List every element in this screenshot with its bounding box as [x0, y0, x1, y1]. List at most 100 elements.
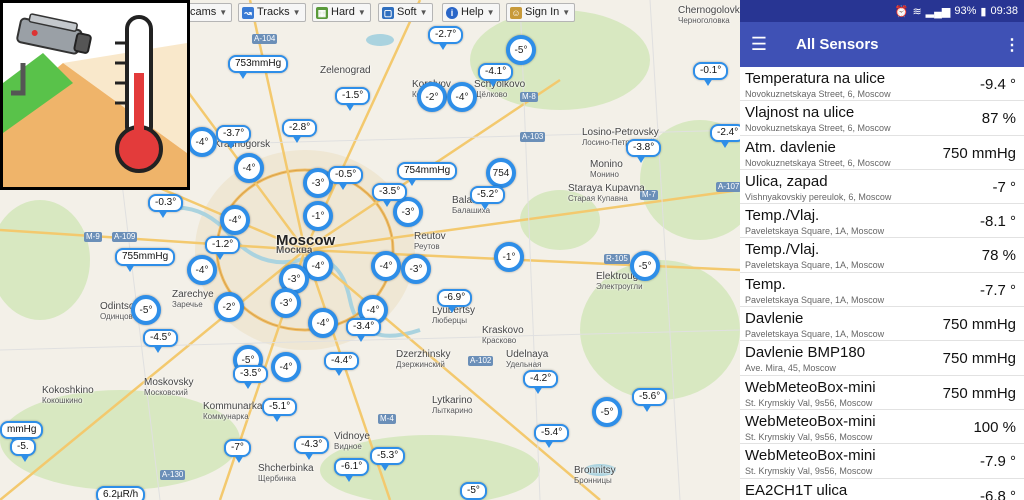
place-name: Kommunarka — [203, 401, 263, 412]
sensor-cluster-marker[interactable]: -3° — [401, 254, 431, 284]
camera-thermometer-logo-icon — [3, 13, 187, 187]
sensor-cluster-marker[interactable]: -4° — [271, 352, 301, 382]
sensor-value: 750 mmHg — [942, 316, 1016, 334]
chevron-down-icon: ▼ — [419, 8, 428, 17]
sensor-value-marker[interactable]: -6.9° — [437, 289, 473, 313]
more-options-icon[interactable]: ⋮ — [1000, 35, 1024, 55]
sensor-address: St. Krymskiy Val, 9s56, Moscow — [745, 466, 873, 477]
place-name: Lytkarino — [432, 395, 473, 406]
place-name-ru: Красково — [482, 336, 517, 345]
sensor-value: 100 % — [973, 418, 1016, 436]
sensor-cluster-marker[interactable]: -5° — [630, 251, 660, 281]
sensor-value-marker[interactable]: -5.4° — [534, 424, 570, 448]
sensor-cluster-marker[interactable]: -2° — [417, 82, 447, 112]
sensor-value-marker[interactable]: -5. — [10, 438, 36, 462]
sensor-cluster-marker[interactable]: -3° — [271, 288, 301, 318]
place-label: Moskovsky Московский — [144, 378, 193, 398]
sensor-row[interactable]: Vlajnost na ulice Novokuznetskaya Street,… — [740, 101, 1024, 136]
sensor-value-marker[interactable]: -0.1° — [693, 62, 729, 86]
sensor-cluster-marker[interactable]: -1° — [494, 242, 524, 272]
sensor-value-marker[interactable]: -4.1° — [478, 63, 514, 87]
sensor-row[interactable]: WebMeteoBox-mini St. Krymskiy Val, 9s56, … — [740, 376, 1024, 410]
hard-button[interactable]: ▦ Hard ▼ — [312, 3, 371, 22]
sensor-value-marker[interactable]: -4.2° — [523, 370, 559, 394]
sensor-cluster-marker[interactable]: -2° — [214, 292, 244, 322]
tracks-button[interactable]: ↝ Tracks ▼ — [238, 3, 306, 22]
sensor-row[interactable]: WebMeteoBox-mini St. Krymskiy Val, 9s56, … — [740, 444, 1024, 479]
soft-button[interactable]: ▢ Soft ▼ — [378, 3, 433, 22]
sensor-cluster-marker[interactable]: -4° — [371, 251, 401, 281]
sensor-value-marker[interactable]: -2.7° — [428, 26, 464, 50]
sensor-row[interactable]: Temp./Vlaj. Paveletskaya Square, 1A, Mosc… — [740, 238, 1024, 273]
sensor-value-marker[interactable]: -3.8° — [626, 139, 662, 163]
sensor-cluster-marker[interactable]: -3° — [393, 197, 423, 227]
sensor-value-marker[interactable]: 753mmHg — [228, 55, 289, 79]
help-button[interactable]: i Help ▼ — [442, 3, 500, 22]
sensor-cluster-marker[interactable]: -5° — [131, 295, 161, 325]
sensor-cluster-marker[interactable]: -5° — [592, 397, 622, 427]
place-label: Shcherbinka Щербинка — [258, 464, 314, 484]
sensor-cluster-marker[interactable]: -4° — [220, 205, 250, 235]
sensor-name: WebMeteoBox-mini — [745, 447, 876, 465]
chevron-down-icon: ▼ — [486, 8, 495, 17]
sensor-row[interactable]: Temp. Paveletskaya Square, 1A, Moscow -7.7… — [740, 273, 1024, 308]
sensor-value-marker[interactable]: -5° — [460, 482, 487, 500]
sensor-value-marker[interactable]: -5.6° — [632, 388, 668, 412]
sensor-name: Davlenie — [745, 310, 804, 328]
sensor-value-marker[interactable]: -3.5° — [372, 183, 408, 207]
place-label: Reutov Реутов — [414, 232, 446, 252]
soft-label: Soft — [397, 6, 417, 18]
sensor-value-marker[interactable]: 754mmHg — [397, 162, 458, 186]
place-name-ru: Заречье — [172, 300, 203, 309]
sensor-row[interactable]: Atm. davlenie Novokuznetskaya Street, 6, … — [740, 136, 1024, 170]
place-label: Staraya Kupavna Старая Купавна — [568, 184, 645, 204]
sensor-cluster-marker[interactable]: 754 — [486, 158, 516, 188]
sensor-cluster-marker[interactable]: -1° — [303, 201, 333, 231]
sensor-row[interactable]: Temperatura na ulice Novokuznetskaya Stre… — [740, 67, 1024, 102]
sensor-value-marker[interactable]: -4.3° — [294, 436, 330, 460]
hard-label: Hard — [331, 6, 355, 18]
sensor-row[interactable]: Temp./Vlaj. Paveletskaya Square, 1A, Mosc… — [740, 204, 1024, 239]
sensor-value-marker[interactable]: 6.2µR/h — [96, 486, 146, 500]
sensor-value-marker[interactable]: -3.7° — [216, 125, 252, 149]
hamburger-menu-icon[interactable]: ☰ — [740, 34, 778, 55]
sensor-value-marker[interactable]: mmHg — [0, 421, 44, 445]
sensor-value-marker[interactable]: -1.5° — [335, 87, 371, 111]
sensor-value-marker[interactable]: -6.1° — [334, 458, 370, 482]
sign-in-label: Sign In — [525, 6, 560, 18]
sensor-cluster-marker[interactable]: -4° — [447, 82, 477, 112]
sensor-value-marker[interactable]: -5.2° — [470, 186, 506, 210]
sensor-cluster-marker[interactable]: -4° — [308, 308, 338, 338]
sensor-row[interactable]: WebMeteoBox-mini St. Krymskiy Val, 9s56, … — [740, 410, 1024, 445]
sensor-value-marker[interactable]: -0.3° — [148, 194, 184, 218]
place-label: Kraskovo Красково — [482, 326, 524, 346]
sensor-row[interactable]: EA2CH1T ulica -6.8 ° — [740, 479, 1024, 500]
sensor-value-marker[interactable]: -4.5° — [143, 329, 179, 353]
sensor-value-marker[interactable]: -5.1° — [262, 398, 298, 422]
sensor-value-marker[interactable]: -1.2° — [205, 236, 241, 260]
sensor-cluster-marker[interactable]: -5° — [506, 35, 536, 65]
tracks-label: Tracks — [257, 6, 290, 18]
cams-button[interactable]: cams ▼ — [186, 3, 233, 22]
sensor-row[interactable]: Ulica, zapad Vishnyakovskiy pereulok, 6, … — [740, 170, 1024, 205]
sensor-value-marker[interactable]: -5.3° — [370, 447, 406, 471]
sensor-value: -9.4 ° — [979, 76, 1016, 93]
sensor-row[interactable]: Davlenie Paveletskaya Square, 1A, Moscow 7… — [740, 307, 1024, 342]
sensor-value-marker[interactable]: 755mmHg — [115, 248, 176, 272]
sensor-value: -8.1 ° — [979, 213, 1016, 231]
sensor-row[interactable]: Davlenie BMP180 Ave. Mira, 45, Moscow 750 … — [740, 341, 1024, 376]
sensor-value-marker[interactable]: -2.8° — [282, 119, 318, 143]
sensor-value-marker[interactable]: -3.4° — [346, 318, 382, 342]
sensor-cluster-marker[interactable]: -4° — [234, 153, 264, 183]
sensor-value-marker[interactable]: -3.5° — [233, 365, 269, 389]
sensor-cluster-marker[interactable]: -4° — [187, 127, 217, 157]
sensor-value-marker[interactable]: -0.5° — [328, 166, 364, 190]
place-name: Monino — [590, 159, 623, 170]
wifi-icon: ≋ — [912, 5, 922, 18]
sensor-list-panel: ⏰ ≋ ▂▄▆ 93% ▮ 09:38 ☰ All Sensors ⋮ Temp… — [740, 0, 1024, 500]
sensor-value-marker[interactable]: -7° — [224, 439, 251, 463]
sensor-value-marker[interactable]: -4.4° — [324, 352, 360, 376]
sensor-cluster-marker[interactable]: -4° — [187, 255, 217, 285]
sign-in-button[interactable]: ☺ Sign In ▼ — [506, 3, 576, 22]
place-name: Dzerzhinsky — [396, 349, 451, 360]
